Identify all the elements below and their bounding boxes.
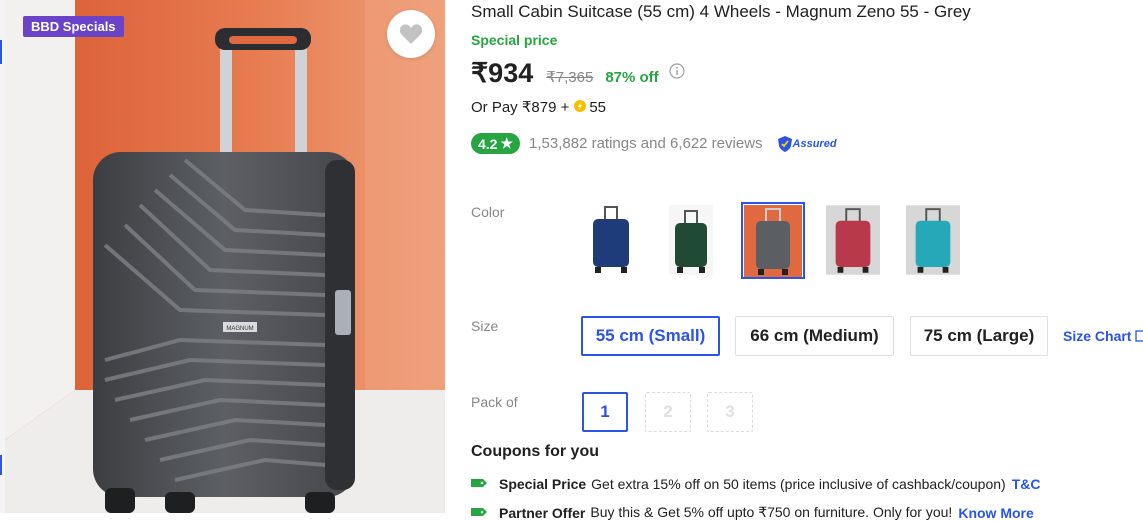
- rating-badge[interactable]: 4.2 ★: [471, 133, 521, 154]
- supercoin-pay-row: Or Pay ₹879 + 55: [471, 98, 607, 117]
- wishlist-button[interactable]: [387, 10, 435, 58]
- heart-icon: [399, 24, 423, 44]
- special-price-label: Special price: [471, 32, 558, 48]
- supercoin-icon: [574, 99, 587, 116]
- star-icon: ★: [500, 135, 514, 151]
- product-title: Small Cabin Suitcase (55 cm) 4 Wheels - …: [471, 2, 971, 21]
- size-label: Size: [471, 318, 499, 334]
- offer-text: Get extra 15% off on 50 items (price inc…: [591, 476, 1006, 492]
- pack-of-label: Pack of: [471, 394, 518, 410]
- color-swatch-grey[interactable]: [741, 202, 805, 279]
- bbd-specials-badge: BBD Specials: [23, 16, 124, 37]
- ratings-reviews-count[interactable]: 1,53,882 ratings and 6,622 reviews: [529, 135, 763, 152]
- supercoin-count: 55: [589, 98, 607, 116]
- color-swatch-navy[interactable]: [583, 204, 639, 276]
- offer-row: Special Price Get extra 15% off on 50 it…: [471, 476, 1040, 492]
- suitcase-photo: MAGNUM: [5, 0, 445, 513]
- size-option-large[interactable]: 75 cm (Large): [910, 316, 1048, 356]
- color-swatch-teal[interactable]: [905, 204, 961, 276]
- coupons-title: Coupons for you: [471, 443, 599, 460]
- product-image[interactable]: MAGNUM BBD Specials: [5, 0, 445, 513]
- assured-label: Assured: [792, 137, 837, 150]
- thumbnail-selector-mark: [0, 40, 2, 64]
- info-icon[interactable]: [669, 63, 685, 84]
- size-chart-label: Size Chart: [1063, 328, 1132, 344]
- rating-value: 4.2: [478, 135, 498, 152]
- size-chart-link[interactable]: Size Chart: [1063, 328, 1143, 344]
- external-link-icon: [1135, 330, 1143, 342]
- rating-row: 4.2 ★ 1,53,882 ratings and 6,622 reviews…: [471, 133, 837, 154]
- mrp-price: ₹7,365: [546, 69, 594, 86]
- assured-badge: Assured: [777, 135, 837, 153]
- offer-tag-icon: [471, 476, 487, 492]
- price-row: ₹934 ₹7,365 87% off: [471, 58, 685, 89]
- svg-text:MAGNUM: MAGNUM: [226, 326, 253, 332]
- pack-option-2: 2: [645, 392, 691, 432]
- offer-type: Special Price: [499, 476, 587, 492]
- discount-percent: 87% off: [605, 69, 659, 86]
- selling-price: ₹934: [471, 58, 534, 88]
- color-swatch-green[interactable]: [663, 204, 719, 276]
- thumbnail-selector-mark: [0, 455, 2, 475]
- pack-option-3: 3: [707, 392, 753, 432]
- or-pay-text: Or Pay ₹879 +: [471, 99, 570, 116]
- size-option-medium[interactable]: 66 cm (Medium): [735, 316, 894, 356]
- shield-icon: [777, 135, 792, 152]
- size-option-small[interactable]: 55 cm (Small): [581, 316, 720, 356]
- offer-terms-link[interactable]: T&C: [1012, 476, 1041, 492]
- color-label: Color: [471, 204, 505, 220]
- pack-option-1[interactable]: 1: [582, 392, 628, 432]
- color-swatch-red[interactable]: [825, 204, 881, 276]
